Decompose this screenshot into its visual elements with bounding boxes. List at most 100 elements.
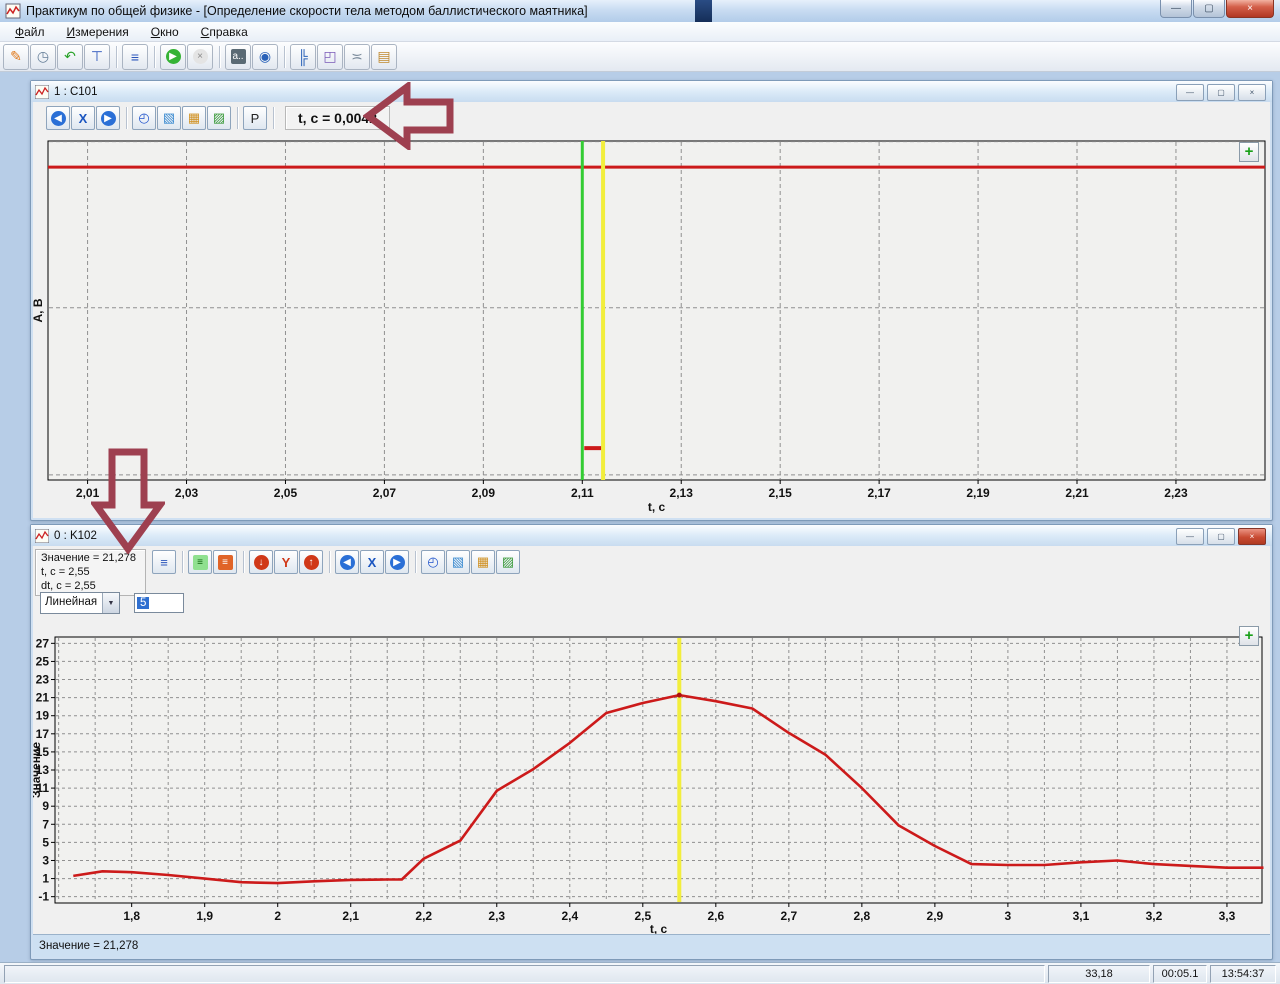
restore-button[interactable]: ▢ xyxy=(1207,528,1235,545)
stopwatch-icon: ◴ xyxy=(138,110,149,126)
mdi-workspace: 1 : C101 — ▢ × ◀X▶◴▧▦▨Pt, c = 0,0042 2,0… xyxy=(0,72,1280,962)
timer-settings-button[interactable]: ◷ xyxy=(30,44,56,70)
edit-image-button[interactable]: ▨ xyxy=(207,106,231,130)
tree-icon: ╠ xyxy=(298,49,308,65)
titlebar-artifact xyxy=(695,0,712,22)
svg-text:2,1: 2,1 xyxy=(342,909,359,923)
child-title-bar[interactable]: 1 : C101 — ▢ × xyxy=(31,81,1272,102)
pause-button[interactable]: P xyxy=(243,106,267,130)
stop-measure-button[interactable]: × xyxy=(187,44,213,70)
child-window-c101[interactable]: 1 : C101 — ▢ × ◀ X ▶ ◴ ▧ ▦ ▨ Pt, c = 0,0042 2,0… xyxy=(30,80,1273,521)
stopwatch-button[interactable]: ◴ xyxy=(421,550,445,574)
table-view-button[interactable]: ≡ xyxy=(188,550,212,574)
y-scale-button[interactable]: Y xyxy=(274,550,298,574)
save-image-button[interactable]: ▧ xyxy=(157,106,181,130)
value-plot[interactable]: -1135791113151719212325271,81,922,12,22,… xyxy=(33,616,1270,934)
child-title-bar[interactable]: 0 : K102 — ▢ × xyxy=(31,525,1272,546)
restore-button[interactable]: ▢ xyxy=(1207,84,1235,101)
start-measure-button[interactable]: ▶ xyxy=(160,44,186,70)
y-up-button[interactable]: ↑ xyxy=(299,550,323,574)
svg-text:9: 9 xyxy=(42,799,49,813)
svg-text:2,03: 2,03 xyxy=(175,486,199,500)
arrow-right-icon: ▶ xyxy=(390,555,405,570)
arrow-up-red-icon: ↑ xyxy=(304,555,319,570)
close-button[interactable]: × xyxy=(1226,0,1274,18)
svg-text:2: 2 xyxy=(274,909,281,923)
scroll-right-button[interactable]: ▶ xyxy=(96,106,120,130)
svg-text:19: 19 xyxy=(36,709,50,723)
oscillogram-plot[interactable]: 2,012,032,052,072,092,112,132,152,172,19… xyxy=(33,132,1270,514)
minimize-button[interactable]: — xyxy=(1176,528,1204,545)
stop-icon: × xyxy=(193,49,208,64)
svg-text:2,9: 2,9 xyxy=(927,909,944,923)
book-icon: ▤ xyxy=(377,48,390,65)
options-button[interactable]: ≡ xyxy=(122,44,148,70)
menu-help[interactable]: Справка xyxy=(190,22,259,42)
copy-table-button[interactable]: ▦ xyxy=(182,106,206,130)
svg-text:2,23: 2,23 xyxy=(1164,486,1188,500)
scroll-left-button[interactable]: ◀ xyxy=(46,106,70,130)
p-label-icon: P xyxy=(251,111,260,126)
package-button[interactable]: ◰ xyxy=(317,44,343,70)
menu-window[interactable]: Окно xyxy=(140,22,190,42)
status-spacer xyxy=(4,965,1045,983)
sensor-button[interactable]: ⊤ xyxy=(84,44,110,70)
zoom-plus-button[interactable]: + xyxy=(1239,626,1259,646)
clock-icon: ◷ xyxy=(37,48,49,65)
dropdown-value: Линейная xyxy=(41,593,102,613)
scroll-right-button[interactable]: ▶ xyxy=(385,550,409,574)
svg-text:-1: -1 xyxy=(38,890,49,904)
edit-image-button[interactable]: ▨ xyxy=(496,550,520,574)
arrow-left-icon: ◀ xyxy=(51,111,66,126)
restore-button[interactable]: ▢ xyxy=(1193,0,1225,18)
title-bar[interactable]: Практикум по общей физике - [Определение… xyxy=(0,0,1280,23)
smoothing-type-dropdown[interactable]: Линейная ▼ xyxy=(40,592,120,614)
x-scale-button[interactable]: X xyxy=(360,550,384,574)
stopwatch-button[interactable]: ◴ xyxy=(132,106,156,130)
smoothing-points-input[interactable]: 5 xyxy=(134,593,184,613)
image-edit-icon: ▨ xyxy=(213,110,225,126)
restore-icon: ▢ xyxy=(1217,88,1225,97)
menu-file[interactable]: Файл xyxy=(4,22,56,42)
scroll-left-button[interactable]: ◀ xyxy=(335,550,359,574)
svg-text:2,05: 2,05 xyxy=(274,486,298,500)
restore-icon: ▢ xyxy=(1204,3,1213,14)
time-delta-readout: t, c = 0,0042 xyxy=(285,106,390,130)
save-image-button[interactable]: ▧ xyxy=(446,550,470,574)
reset-button[interactable]: ↶ xyxy=(57,44,83,70)
app-icon xyxy=(5,3,21,19)
console-button[interactable]: a.. xyxy=(225,44,251,70)
copy-table-button[interactable]: ▦ xyxy=(471,550,495,574)
svg-text:3: 3 xyxy=(1005,909,1012,923)
image-edit-icon: ▨ xyxy=(502,554,514,570)
svg-text:2,21: 2,21 xyxy=(1065,486,1089,500)
toolbar-separator xyxy=(243,551,244,573)
connect-button[interactable]: ✎ xyxy=(3,44,29,70)
svg-text:3: 3 xyxy=(42,853,49,867)
x-scale-button[interactable]: X xyxy=(71,106,95,130)
minimize-icon: — xyxy=(1186,532,1194,541)
minimize-button[interactable]: — xyxy=(1160,0,1192,18)
close-button[interactable]: × xyxy=(1238,528,1266,545)
svg-text:2,5: 2,5 xyxy=(634,909,651,923)
snapshot-button[interactable]: ◉ xyxy=(252,44,278,70)
chevron-down-icon[interactable]: ▼ xyxy=(102,593,119,613)
zoom-plus-button[interactable]: + xyxy=(1239,142,1259,162)
stopwatch-icon: ◴ xyxy=(427,554,438,570)
svg-text:2,11: 2,11 xyxy=(571,486,594,500)
minimize-button[interactable]: — xyxy=(1176,84,1204,101)
options-button[interactable]: ≡ xyxy=(152,550,176,574)
settings-button[interactable]: ≍ xyxy=(344,44,370,70)
values-view-button[interactable]: ≡ xyxy=(213,550,237,574)
child-window-k102[interactable]: 0 : K102 — ▢ × Значение = 21,278 t, c = … xyxy=(30,524,1273,960)
svg-text:3,1: 3,1 xyxy=(1073,909,1090,923)
image-export-icon: ▧ xyxy=(163,110,175,126)
y-down-button[interactable]: ↓ xyxy=(249,550,273,574)
help-button[interactable]: ▤ xyxy=(371,44,397,70)
scheme-button[interactable]: ╠ xyxy=(290,44,316,70)
menu-measurements[interactable]: Измерения xyxy=(56,22,140,42)
arrow-right-icon: ▶ xyxy=(101,111,116,126)
close-button[interactable]: × xyxy=(1238,84,1266,101)
status-clock: 13:54:37 xyxy=(1210,965,1276,983)
toolbar-separator xyxy=(126,107,127,129)
